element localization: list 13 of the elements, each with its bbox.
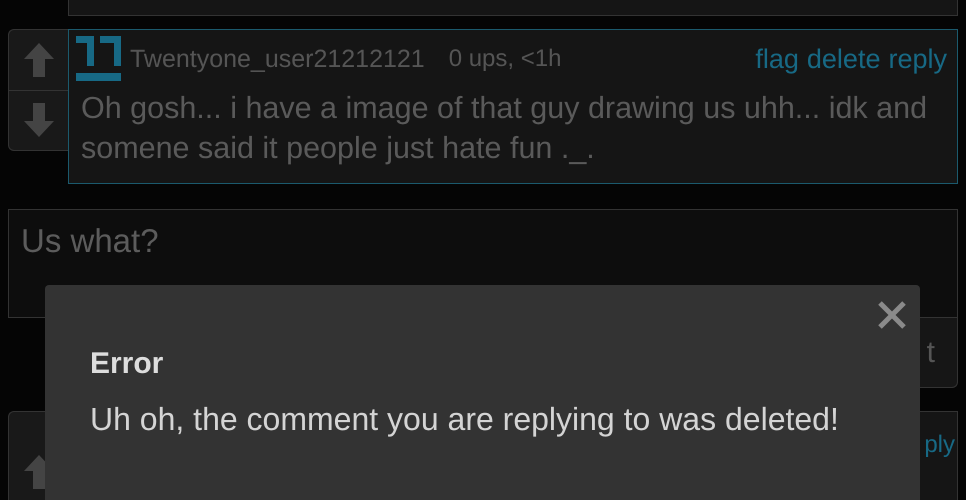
action-link[interactable]: flag: [755, 44, 799, 74]
up-arrow-icon: [24, 42, 54, 77]
username[interactable]: Twentyone_user21212121: [130, 44, 425, 74]
down-arrow-icon: [24, 103, 54, 138]
comment-text: Oh gosh... i have a image of that guy drawing us uhh... idk and somene said it people just hate fun ._.: [80, 90, 928, 167]
action-link[interactable]: delete: [806, 44, 880, 74]
dialog-title: Error: [90, 347, 164, 381]
dialog-message: Uh oh, the comment you are replying to was deleted!: [90, 401, 840, 438]
avatar-icon: [76, 36, 122, 82]
action-link[interactable]: ply: [924, 431, 955, 459]
comment-meta: 0 ups, <1h: [448, 45, 562, 73]
action-link[interactable]: reply: [888, 44, 947, 74]
close-icon[interactable]: [877, 300, 907, 330]
